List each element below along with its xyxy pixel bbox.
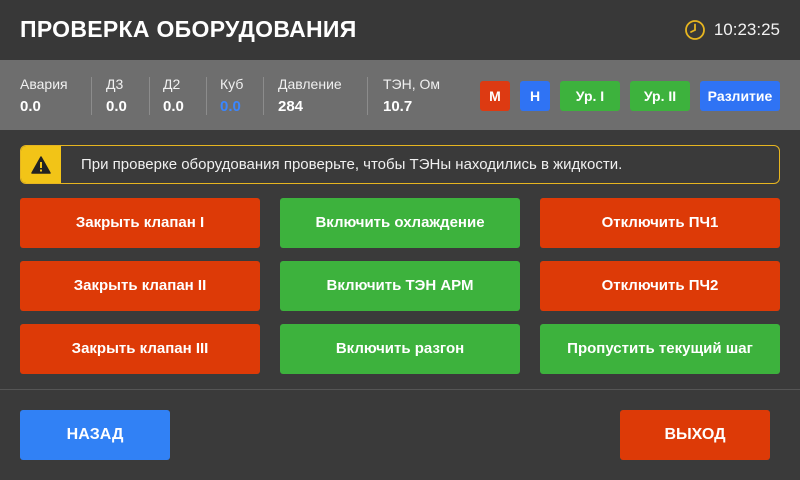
indicator-spill: Разлитие: [700, 81, 780, 111]
stat-d2: Д2 0.0: [163, 76, 184, 115]
stat-value: 0.0: [220, 98, 241, 115]
skip-step-button[interactable]: Пропустить текущий шаг: [540, 324, 780, 374]
close-valve-3-button[interactable]: Закрыть клапан III: [20, 324, 260, 374]
stat-value: 0.0: [163, 98, 184, 115]
stat-value: 0.0: [106, 98, 127, 115]
indicator-n: Н: [520, 81, 550, 111]
back-button[interactable]: НАЗАД: [20, 410, 170, 460]
warning-notice: При проверке оборудования проверьте, что…: [20, 145, 780, 184]
stat-ten-resistance: ТЭН, Ом 10.7: [383, 76, 440, 115]
stat-divider: [206, 77, 207, 115]
clock-time: 10:23:25: [713, 20, 780, 39]
header-bar: ПРОВЕРКА ОБОРУДОВАНИЯ 10:23:25: [0, 0, 800, 60]
clock-icon: [684, 20, 705, 40]
enable-ten-arm-button[interactable]: Включить ТЭН АРМ: [280, 261, 520, 311]
status-bar: Авария 0.0 Д3 0.0 Д2 0.0 Куб 0.0 Давлени…: [0, 60, 800, 130]
stat-divider: [149, 77, 150, 115]
stat-d3: Д3 0.0: [106, 76, 127, 115]
stat-divider: [367, 77, 368, 115]
stat-label: Д3: [106, 76, 124, 92]
stat-pressure: Давление 284: [278, 76, 342, 115]
indicator-level-1: Ур. I: [560, 81, 620, 111]
indicator-m: М: [480, 81, 510, 111]
indicator-level-2: Ур. II: [630, 81, 690, 111]
disable-pch2-button[interactable]: Отключить ПЧ2: [540, 261, 780, 311]
stat-divider: [263, 77, 264, 115]
stat-alarm: Авария 0.0: [20, 76, 68, 115]
page-title: ПРОВЕРКА ОБОРУДОВАНИЯ: [20, 16, 357, 42]
stat-value: 10.7: [383, 98, 413, 115]
disable-pch1-button[interactable]: Отключить ПЧ1: [540, 198, 780, 248]
stat-label: ТЭН, Ом: [383, 76, 441, 92]
stat-value: 284: [278, 98, 304, 115]
close-valve-1-button[interactable]: Закрыть клапан I: [20, 198, 260, 248]
stat-label: Куб: [220, 76, 244, 92]
clock: 10:23:25: [684, 19, 780, 41]
stat-label: Д2: [163, 76, 181, 92]
close-valve-2-button[interactable]: Закрыть клапан II: [20, 261, 260, 311]
warning-text: При проверке оборудования проверьте, что…: [81, 156, 623, 173]
stat-divider: [91, 77, 92, 115]
stat-label: Давление: [278, 76, 342, 92]
stat-value: 0.0: [20, 98, 41, 115]
exit-button[interactable]: ВЫХОД: [620, 410, 770, 460]
stat-label: Авария: [20, 76, 68, 92]
warning-icon: [31, 155, 51, 174]
stat-kub: Куб 0.0: [220, 76, 243, 115]
enable-acceleration-button[interactable]: Включить разгон: [280, 324, 520, 374]
warning-icon-box: [21, 146, 61, 183]
enable-cooling-button[interactable]: Включить охлаждение: [280, 198, 520, 248]
